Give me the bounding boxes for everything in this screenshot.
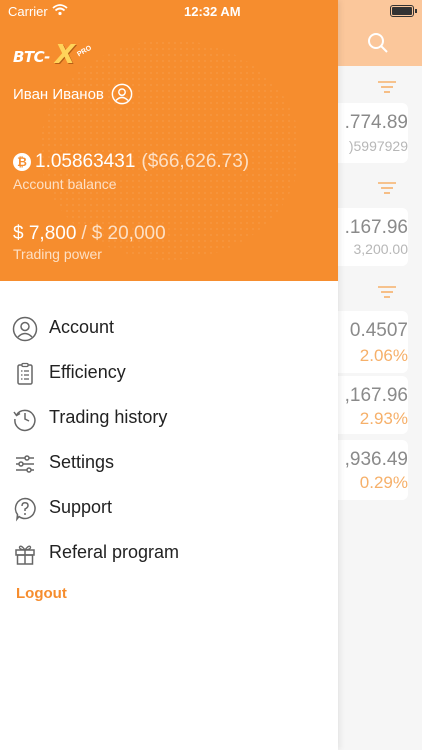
bitcoin-icon: ₿	[13, 153, 31, 171]
battery-icon	[390, 5, 417, 17]
row-value: 0.4507	[349, 320, 408, 341]
gift-icon	[15, 545, 35, 565]
trading-power-max: $ 20,000	[91, 223, 166, 244]
status-bar: Carrier 12:32 AM	[0, 0, 422, 22]
filter-icon[interactable]	[377, 181, 397, 197]
usd-balance: ($66,626.73)	[141, 151, 250, 172]
logout-link[interactable]: Logout	[16, 585, 67, 602]
row-value: .774.89	[344, 112, 408, 133]
user-name: Иван Иванов	[13, 85, 104, 103]
menu-item-support[interactable]: Support	[0, 486, 338, 531]
row-value: ,936.49	[344, 449, 408, 470]
filter-icon[interactable]	[377, 285, 397, 301]
row-percent: 2.06%	[359, 346, 408, 365]
menu-label: Efficiency	[49, 362, 126, 382]
row-value: ,167.96	[344, 385, 408, 406]
user-profile-row[interactable]: Иван Иванов	[13, 82, 133, 106]
side-drawer: BTC- X PRO Иван Иванов ₿ 1.05863431 ($66…	[0, 0, 338, 750]
clipboard-icon	[17, 362, 33, 385]
menu-label: Settings	[49, 452, 115, 472]
sliders-icon	[16, 455, 34, 473]
account-balance: ₿ 1.05863431 ($66,626.73)	[13, 151, 249, 173]
status-time: 12:32 AM	[184, 4, 241, 19]
trading-power-separator: /	[81, 223, 87, 244]
user-circle-icon	[12, 316, 38, 342]
menu-label: Trading history	[49, 407, 168, 427]
row-value: .167.96	[344, 217, 408, 238]
balance-label: Account balance	[13, 176, 117, 192]
menu-label: Referal program	[49, 542, 180, 562]
btc-balance: 1.05863431	[35, 151, 136, 172]
app-logo: BTC- X PRO	[13, 40, 93, 70]
row-percent: 2.93%	[359, 409, 408, 428]
row-subvalue: )5997929	[348, 138, 408, 154]
search-icon[interactable]	[366, 31, 390, 55]
row-subvalue: 3,200.00	[353, 241, 409, 257]
menu-item-settings[interactable]: Settings	[0, 441, 338, 486]
history-clock-icon	[13, 409, 36, 432]
menu-label: Support	[49, 497, 113, 517]
menu-item-trading-history[interactable]: Trading history	[0, 396, 338, 441]
carrier-label: Carrier	[8, 4, 48, 19]
menu-item-account[interactable]: Account	[0, 306, 338, 351]
drawer-header: BTC- X PRO Иван Иванов ₿ 1.05863431 ($66…	[0, 0, 338, 281]
menu-label: Account	[49, 317, 115, 337]
filter-icon[interactable]	[377, 80, 397, 96]
question-icon	[14, 497, 36, 522]
trading-power: $ 7,800/$ 20,000	[13, 223, 166, 245]
row-percent: 0.29%	[359, 473, 408, 492]
trading-power-label: Trading power	[13, 246, 102, 262]
menu-item-referal-program[interactable]: Referal program	[0, 531, 338, 576]
user-circle-icon[interactable]	[111, 83, 133, 105]
wifi-icon	[52, 4, 68, 16]
menu-item-efficiency[interactable]: Efficiency	[0, 351, 338, 396]
trading-power-value: $ 7,800	[13, 223, 77, 244]
